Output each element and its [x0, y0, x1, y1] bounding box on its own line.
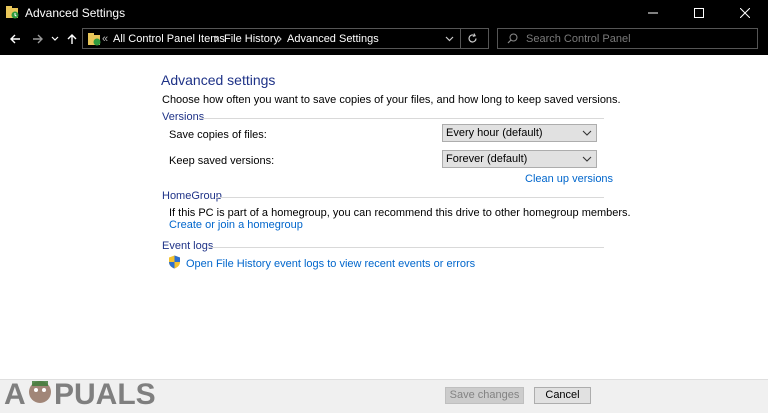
chevron-right-icon[interactable] [276, 35, 284, 43]
save-copies-dropdown[interactable]: Every hour (default) [442, 124, 597, 142]
versions-group-header: Versions [162, 111, 205, 123]
back-button[interactable] [7, 31, 23, 47]
open-event-logs-link[interactable]: Open File History event logs to view rec… [186, 258, 475, 270]
page-description: Choose how often you want to save copies… [162, 94, 621, 106]
shield-icon [169, 255, 180, 269]
keep-versions-label: Keep saved versions: [169, 155, 275, 167]
breadcrumb-overflow[interactable]: « [102, 33, 108, 45]
up-arrow-icon [67, 34, 77, 44]
svg-text:A: A [4, 378, 26, 411]
title-bar: Advanced Settings [0, 0, 768, 25]
chevron-right-icon[interactable] [213, 35, 221, 43]
back-arrow-icon [10, 34, 20, 44]
homegroup-group-header: HomeGroup [162, 190, 222, 202]
window-title: Advanced Settings [25, 6, 126, 20]
cancel-button[interactable]: Cancel [534, 387, 591, 404]
control-panel-icon [87, 32, 101, 46]
save-copies-value: Every hour (default) [446, 127, 543, 139]
search-input[interactable]: Search Control Panel [497, 28, 758, 49]
breadcrumb-item-all-control-panel[interactable]: All Control Panel Items [113, 33, 225, 45]
breadcrumb-item-file-history[interactable]: File History [224, 33, 279, 45]
minimize-icon [648, 12, 658, 13]
close-icon [740, 7, 750, 18]
homegroup-description: If this PC is part of a homegroup, you c… [169, 207, 631, 219]
create-join-homegroup-link[interactable]: Create or join a homegroup [169, 219, 303, 231]
clean-up-versions-link[interactable]: Clean up versions [525, 173, 613, 185]
file-history-icon [5, 5, 19, 19]
chevron-down-icon [582, 130, 592, 136]
up-button[interactable] [64, 31, 80, 47]
maximize-button[interactable] [676, 0, 722, 25]
maximize-icon [694, 7, 704, 18]
recent-locations-button[interactable] [50, 31, 60, 47]
breadcrumb-item-advanced-settings[interactable]: Advanced Settings [287, 33, 379, 45]
chevron-down-icon [582, 156, 592, 162]
svg-text:PUALS: PUALS [54, 378, 156, 411]
divider [200, 118, 604, 119]
page-title: Advanced settings [161, 72, 276, 88]
save-changes-button[interactable]: Save changes [445, 387, 524, 404]
close-button[interactable] [722, 0, 768, 25]
refresh-icon[interactable] [467, 33, 478, 44]
forward-button[interactable] [30, 31, 46, 47]
keep-versions-dropdown[interactable]: Forever (default) [442, 150, 597, 168]
event-logs-group-header: Event logs [162, 240, 214, 252]
address-dropdown-icon[interactable] [445, 35, 454, 43]
divider [208, 247, 604, 248]
chevron-down-icon [51, 36, 59, 41]
divider [460, 29, 461, 48]
address-box[interactable]: « All Control Panel Items File History A… [82, 28, 489, 49]
search-icon [507, 33, 518, 44]
forward-arrow-icon [33, 34, 43, 44]
appuals-watermark-logo: A PUALS [4, 378, 156, 411]
keep-versions-value: Forever (default) [446, 153, 528, 165]
search-placeholder: Search Control Panel [526, 33, 631, 45]
divider [216, 197, 604, 198]
save-copies-label: Save copies of files: [169, 129, 267, 141]
minimize-button[interactable] [630, 0, 676, 25]
